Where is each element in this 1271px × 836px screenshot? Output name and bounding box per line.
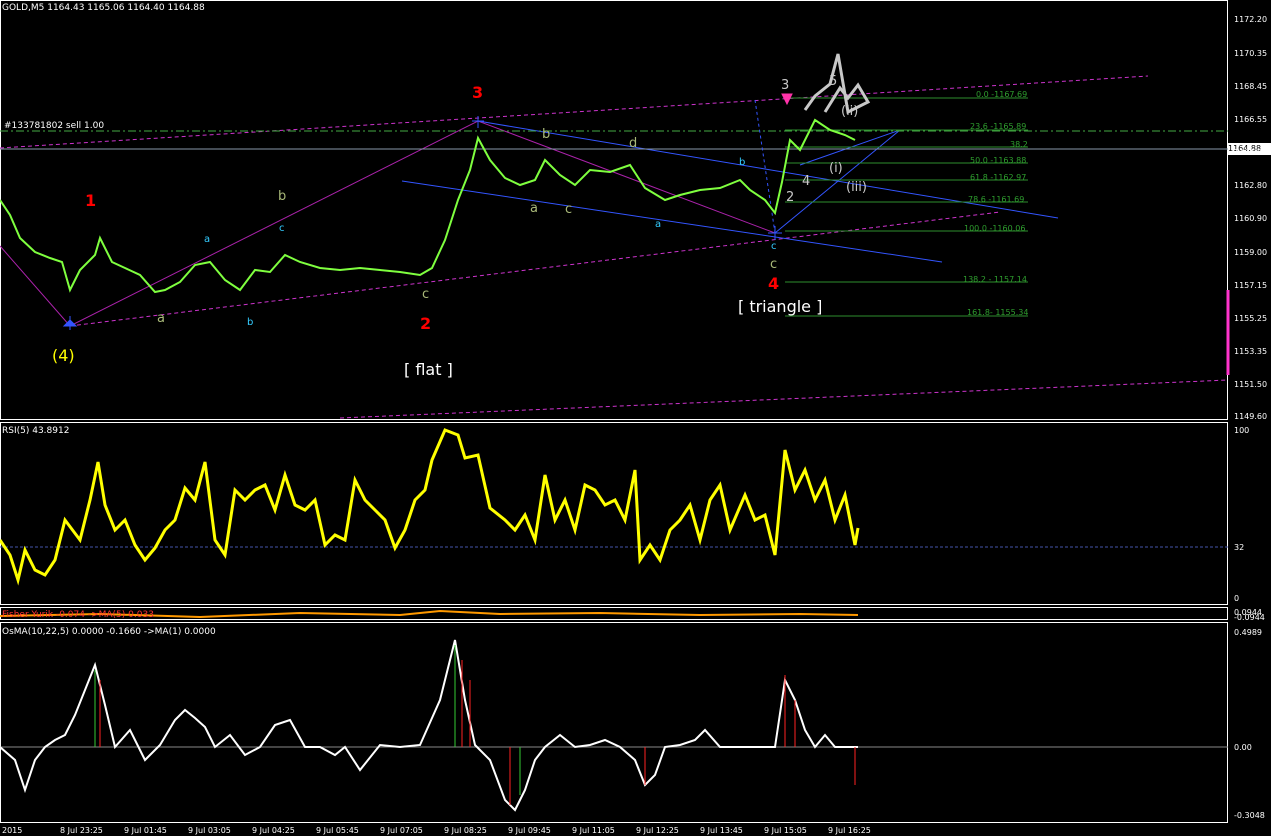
- sub-wave-label: a: [655, 219, 662, 230]
- wave-label: (4): [52, 346, 75, 365]
- fib-level-label: 23.6 -1165.89: [970, 122, 1027, 131]
- rsi-title: RSI(5) 43.8912: [2, 426, 70, 436]
- time-tick: 9 Jul 16:25: [828, 826, 871, 835]
- fib-level-label: 0.0 -1167.69: [976, 90, 1028, 99]
- sub-wave-label: a: [530, 201, 538, 216]
- time-tick: 9 Jul 05:45: [316, 826, 359, 835]
- symbol-info: GOLD,M5 1164.43 1165.06 1164.40 1164.88: [2, 3, 205, 13]
- osma-line: [0, 639, 858, 812]
- fib-level-label: 38.2: [1010, 140, 1028, 149]
- time-tick: 9 Jul 12:25: [636, 826, 679, 835]
- time-tick: 9 Jul 08:25: [444, 826, 487, 835]
- fib-level-label: 161.8- 1155.34: [967, 308, 1029, 317]
- wave-label: 3: [472, 83, 484, 102]
- price-series: [0, 118, 856, 294]
- sub-wave-label: (ii): [841, 104, 859, 119]
- osma-tick: 0.00: [1234, 743, 1252, 752]
- wave-label: 2: [420, 314, 432, 333]
- fib-level-label: 50.0 -1163.88: [970, 156, 1027, 165]
- price-tick: 1151.50: [1234, 380, 1268, 389]
- time-tick: 9 Jul 04:25: [252, 826, 295, 835]
- osma-title: OsMA(10,22,5) 0.0000 -0.1660 ->MA(1) 0.0…: [2, 627, 216, 637]
- price-tick: 1157.15: [1234, 281, 1268, 290]
- sub-wave-label: c: [279, 223, 285, 234]
- time-tick: 2015: [2, 826, 23, 835]
- fib-level-label: 138.2 - 1157.14: [963, 275, 1027, 284]
- sub-wave-label: c: [771, 241, 777, 252]
- price-tick: 1155.25: [1234, 314, 1268, 323]
- rsi-tick: 100: [1234, 426, 1250, 435]
- channel-lines: [0, 75, 1229, 419]
- osma-histogram: [94, 645, 796, 805]
- price-tick: 1162.80: [1234, 181, 1268, 190]
- triangle-lines: [401, 120, 1059, 263]
- sub-wave-label: c: [565, 202, 573, 217]
- time-tick: 9 Jul 11:05: [572, 826, 615, 835]
- fisher-tick: -0.0944: [1234, 613, 1265, 622]
- time-tick: 9 Jul 15:05: [764, 826, 807, 835]
- rsi-tick: 0: [1234, 594, 1240, 603]
- chart-canvas[interactable]: [0, 0, 1271, 836]
- triangle-label: [ triangle ]: [738, 297, 823, 316]
- time-tick: 9 Jul 07:05: [380, 826, 423, 835]
- sub-wave-label: d: [629, 136, 638, 151]
- time-tick: 9 Jul 01:45: [124, 826, 167, 835]
- sub-wave-label: c: [422, 287, 430, 302]
- price-tick: 1168.45: [1234, 82, 1268, 91]
- sub-wave-label: c: [770, 257, 778, 272]
- sub-wave-label: 3: [781, 78, 790, 93]
- order-label[interactable]: #133781802 sell 1.00: [4, 122, 104, 131]
- fib-level-label: 78.6 -1161.69: [968, 195, 1025, 204]
- price-tick: 1170.35: [1234, 49, 1268, 58]
- sub-wave-label: 5: [829, 74, 838, 89]
- time-tick: 9 Jul 03:05: [188, 826, 231, 835]
- osma-tick: 0.4989: [1234, 628, 1262, 637]
- price-tick: 1166.55: [1234, 115, 1268, 124]
- price-tick: 1164.65: [1234, 148, 1268, 157]
- fib-level-label: 100.0 -1160.06: [964, 224, 1026, 233]
- pane-frames: [0, 0, 1228, 823]
- fisher-title: Fisher Yurik -0.074 ->MA(5) 0.033: [2, 610, 154, 620]
- sub-wave-label: 2: [786, 190, 795, 205]
- sub-wave-label: b: [542, 127, 551, 142]
- wave-label: 4: [768, 274, 780, 293]
- sub-wave-label: b: [278, 189, 287, 204]
- sub-wave-label: 4: [802, 174, 811, 189]
- sub-wave-label: a: [204, 234, 211, 245]
- sub-wave-label: (i): [829, 161, 843, 176]
- price-tick: 1159.00: [1234, 248, 1268, 257]
- sub-wave-label: a: [157, 311, 165, 326]
- wave-label: 1: [85, 191, 97, 210]
- fib-level-label: 61.8 -1162.97: [970, 173, 1027, 182]
- flat-label: [ flat ]: [404, 360, 453, 379]
- sub-wave-label: (iii): [846, 180, 867, 195]
- price-tick: 1153.35: [1234, 347, 1268, 356]
- sub-wave-label: b: [739, 157, 746, 168]
- price-tick: 1172.20: [1234, 15, 1268, 24]
- time-tick: 8 Jul 23:25: [60, 826, 103, 835]
- rsi-tick: 32: [1234, 543, 1245, 552]
- price-tick: 1160.90: [1234, 214, 1268, 223]
- sub-wave-label: b: [247, 317, 254, 328]
- price-tick: 1149.60: [1234, 412, 1268, 421]
- time-tick: 9 Jul 13:45: [700, 826, 743, 835]
- time-tick: 9 Jul 09:45: [508, 826, 551, 835]
- rsi-line: [0, 428, 860, 586]
- osma-tick: -0.3048: [1234, 811, 1265, 820]
